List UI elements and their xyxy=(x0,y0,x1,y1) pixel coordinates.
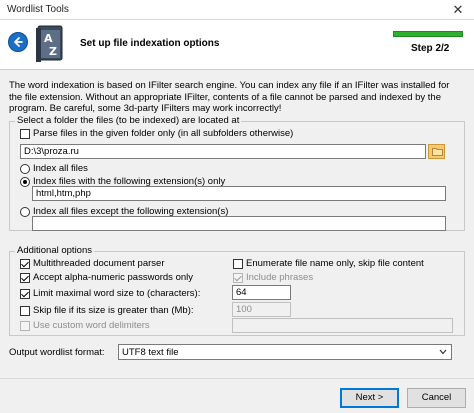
parse-given-folder-label: Parse files in the given folder only (in… xyxy=(33,128,294,139)
alnum-passwords-checkbox[interactable] xyxy=(20,272,30,283)
folder-path-input[interactable]: D:\3\proza.ru xyxy=(20,144,426,159)
index-except-radio[interactable] xyxy=(20,206,30,217)
back-button[interactable] xyxy=(8,32,28,52)
close-icon[interactable]: ✕ xyxy=(442,0,474,20)
enumerate-names-option[interactable]: Enumerate file name only, skip file cont… xyxy=(233,258,424,269)
step-indicator: Step 2/2 xyxy=(411,43,450,54)
svg-text:Z: Z xyxy=(49,45,57,58)
custom-delimiters-checkbox[interactable] xyxy=(20,320,30,331)
step-progress-bar xyxy=(393,31,463,37)
window-title: Wordlist Tools xyxy=(7,4,69,15)
alnum-passwords-option[interactable]: Accept alpha-numeric passwords only xyxy=(20,272,193,283)
include-phrases-label: Include phrases xyxy=(246,272,314,283)
output-format-select[interactable]: UTF8 text file xyxy=(118,344,452,360)
enumerate-names-label: Enumerate file name only, skip file cont… xyxy=(246,258,424,269)
excluded-extensions-input[interactable] xyxy=(32,216,446,231)
multithreaded-checkbox[interactable] xyxy=(20,258,30,269)
parse-given-folder-checkbox[interactable] xyxy=(20,128,30,139)
cancel-button[interactable]: Cancel xyxy=(407,388,466,408)
chevron-down-icon xyxy=(439,349,447,355)
custom-delimiters-input[interactable] xyxy=(232,318,453,333)
index-ext-radio[interactable] xyxy=(20,176,30,187)
limit-word-size-label: Limit maximal word size to (characters): xyxy=(33,288,201,299)
title-bar: Wordlist Tools ✕ xyxy=(0,0,474,20)
page-title: Set up file indexation options xyxy=(80,38,220,49)
index-all-label: Index all files xyxy=(33,163,88,174)
folder-group-label: Select a folder the files (to be indexed… xyxy=(15,115,242,126)
svg-text:A: A xyxy=(44,32,53,45)
custom-delimiters-option[interactable]: Use custom word delimiters xyxy=(20,320,150,331)
word-size-input[interactable]: 64 xyxy=(232,285,291,300)
extensions-input[interactable]: html,htm,php xyxy=(32,186,446,201)
folder-icon xyxy=(432,148,443,156)
arrow-left-icon xyxy=(14,37,23,47)
custom-delimiters-label: Use custom word delimiters xyxy=(33,320,150,331)
include-phrases-checkbox[interactable] xyxy=(233,272,243,283)
include-phrases-option[interactable]: Include phrases xyxy=(233,272,313,283)
skip-large-files-label: Skip file if its size is greater than (M… xyxy=(33,305,194,316)
browse-folder-button[interactable] xyxy=(428,144,445,159)
index-all-radio[interactable] xyxy=(20,163,30,174)
multithreaded-option[interactable]: Multithreaded document parser xyxy=(20,258,165,269)
wizard-header: A Z Set up file indexation options Step … xyxy=(0,20,474,70)
description-text: The word indexation is based on IFilter … xyxy=(9,80,450,114)
output-format-value: UTF8 text file xyxy=(122,347,179,358)
skip-large-files-checkbox[interactable] xyxy=(20,305,30,316)
multithreaded-label: Multithreaded document parser xyxy=(33,258,165,269)
enumerate-names-checkbox[interactable] xyxy=(233,258,243,269)
limit-word-size-checkbox[interactable] xyxy=(20,288,30,299)
alnum-passwords-label: Accept alpha-numeric passwords only xyxy=(33,272,193,283)
footer-divider xyxy=(0,378,474,379)
index-all-option[interactable]: Index all files xyxy=(20,163,88,174)
max-file-size-input[interactable]: 100 xyxy=(232,302,291,317)
additional-options-label: Additional options xyxy=(15,245,94,256)
skip-large-files-option[interactable]: Skip file if its size is greater than (M… xyxy=(20,305,194,316)
parse-given-folder-option[interactable]: Parse files in the given folder only (in… xyxy=(20,128,293,139)
output-format-label: Output wordlist format: xyxy=(9,347,105,358)
next-button[interactable]: Next > xyxy=(340,388,399,408)
dictionary-book-icon: A Z xyxy=(36,25,63,62)
limit-word-size-option[interactable]: Limit maximal word size to (characters): xyxy=(20,288,200,299)
